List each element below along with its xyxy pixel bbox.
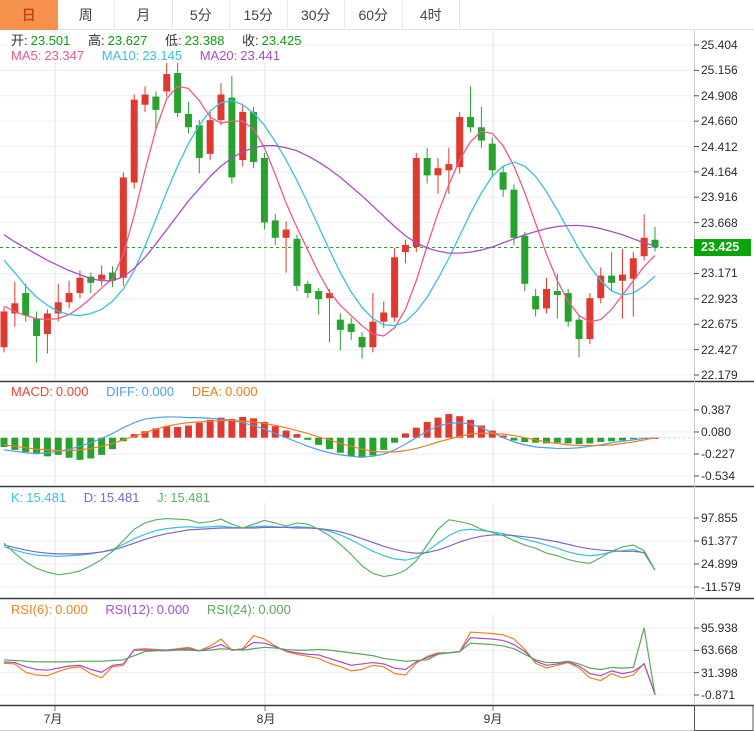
x-axis-label-september: 9月 [478, 710, 508, 727]
kdj-axis-label-0: 97.855 [701, 512, 738, 524]
kdj-header: K:15.481 D:15.481 J:15.481 [8, 491, 213, 505]
ma10-value: 23.145 [142, 48, 182, 63]
rsi-axis-label-3: -0.871 [701, 689, 735, 701]
open-label: 开: [11, 33, 28, 48]
rsi6-label: RSI(6): [11, 602, 52, 617]
kdj-axis-label-1: 61.377 [701, 535, 738, 547]
rsi24-label: RSI(24): [207, 602, 255, 617]
price-axis-label-1: 25.156 [701, 64, 738, 76]
rsi6-value: 0.000 [55, 602, 88, 617]
ma-header: MA5:23.347 MA10:23.145 MA20:23.441 [8, 49, 283, 63]
price-axis-label-9: 22.923 [701, 293, 738, 305]
d-value: 15.481 [100, 490, 140, 505]
close-value: 23.425 [262, 33, 302, 48]
tab-15min[interactable]: 15分 [230, 0, 288, 30]
dea-label: DEA: [192, 384, 222, 399]
high-label: 高: [88, 33, 105, 48]
low-value: 23.388 [185, 33, 225, 48]
tab-60min[interactable]: 60分 [345, 0, 403, 30]
macd-axis-label-0: 0.387 [701, 404, 731, 416]
kdj-axis-label-2: 24.899 [701, 558, 738, 570]
diff-value: 0.000 [142, 384, 175, 399]
rsi-header: RSI(6):0.000 RSI(12):0.000 RSI(24):0.000 [8, 603, 294, 617]
ma5-value: 23.347 [44, 48, 84, 63]
low-label: 低: [165, 33, 182, 48]
ma5-label: MA5: [11, 48, 41, 63]
kdj-axis-label-3: -11.579 [701, 581, 741, 593]
tab-day[interactable]: 日 [0, 0, 58, 30]
k-value: 15.481 [26, 490, 66, 505]
chart-canvas[interactable] [0, 0, 754, 731]
dea-value: 0.000 [225, 384, 258, 399]
macd-axis-label-2: -0.227 [701, 448, 735, 460]
tab-30min[interactable]: 30分 [288, 0, 346, 30]
macd-header: MACD:0.000 DIFF:0.000 DEA:0.000 [8, 385, 261, 399]
high-value: 23.627 [108, 33, 148, 48]
price-axis-label-2: 24.908 [701, 90, 738, 102]
price-axis-label-8: 23.171 [701, 267, 738, 279]
timeframe-tabbar: 日 周 月 5分 15分 30分 60分 4时 [0, 0, 754, 30]
x-axis-label-august: 8月 [251, 710, 281, 727]
price-axis-label-0: 25.404 [701, 39, 738, 51]
tab-5min[interactable]: 5分 [173, 0, 231, 30]
d-label: D: [84, 490, 97, 505]
x-axis-label-july: 7月 [38, 710, 68, 727]
tab-4hour[interactable]: 4时 [403, 0, 461, 30]
rsi-axis-label-0: 95.938 [701, 622, 738, 634]
price-axis-label-6: 23.916 [701, 191, 738, 203]
k-label: K: [11, 490, 23, 505]
rsi12-value: 0.000 [157, 602, 190, 617]
macd-value: 0.000 [56, 384, 89, 399]
tab-month[interactable]: 月 [115, 0, 173, 30]
rsi12-label: RSI(12): [105, 602, 153, 617]
rsi24-value: 0.000 [258, 602, 291, 617]
price-axis-label-5: 24.164 [701, 166, 738, 178]
current-price-badge: 23.425 [694, 239, 751, 256]
ohlc-header: 开:23.501 高:23.627 低:23.388 收:23.425 [8, 34, 304, 48]
rsi-axis-label-2: 31.398 [701, 667, 738, 679]
price-axis-label-11: 22.427 [701, 344, 738, 356]
tab-week[interactable]: 周 [58, 0, 116, 30]
diff-label: DIFF: [106, 384, 139, 399]
open-value: 23.501 [31, 33, 71, 48]
rsi-axis-label-1: 63.668 [701, 644, 738, 656]
price-axis-label-3: 24.660 [701, 115, 738, 127]
macd-axis-label-3: -0.534 [701, 470, 735, 482]
price-axis-label-4: 24.412 [701, 141, 738, 153]
price-axis-label-7: 23.668 [701, 217, 738, 229]
ma20-label: MA20: [200, 48, 238, 63]
price-axis-label-12: 22.179 [701, 369, 738, 381]
ma20-value: 23.441 [240, 48, 280, 63]
close-label: 收: [242, 33, 259, 48]
price-axis-label-10: 22.675 [701, 318, 738, 330]
j-value: 15.481 [170, 490, 210, 505]
macd-label: MACD: [11, 384, 53, 399]
macd-axis-label-1: 0.080 [701, 426, 731, 438]
ma10-label: MA10: [102, 48, 140, 63]
tabbar-filler [460, 0, 754, 29]
trading-chart-window: 日 周 月 5分 15分 30分 60分 4时 开:23.501 高:23.62… [0, 0, 754, 731]
j-label: J: [157, 490, 167, 505]
